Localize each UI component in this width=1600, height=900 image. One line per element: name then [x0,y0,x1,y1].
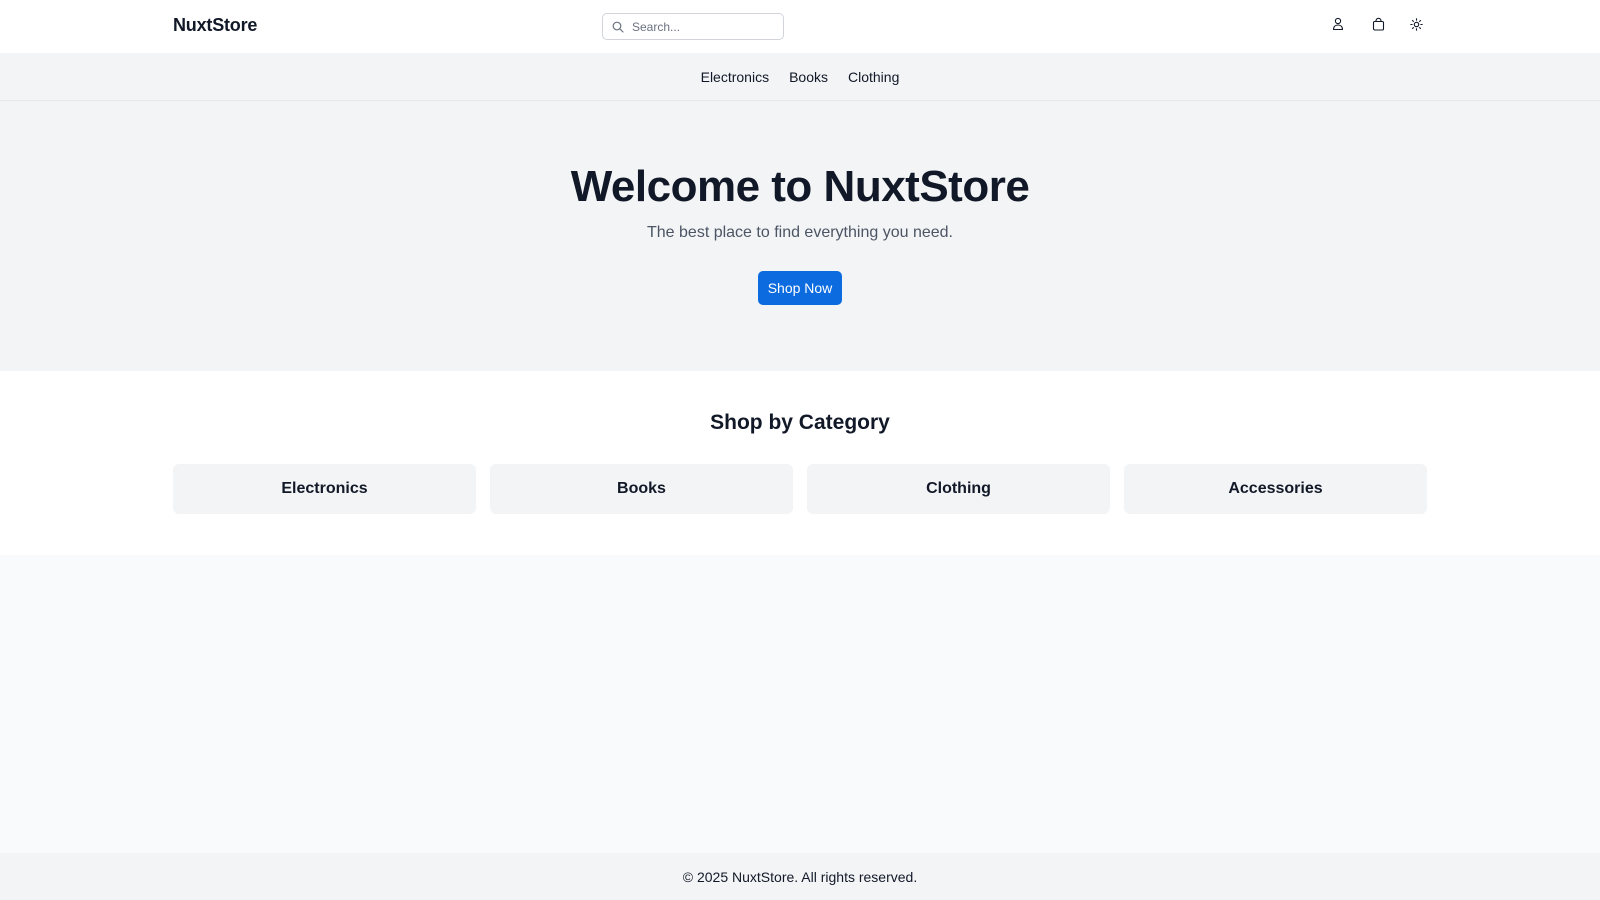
category-grid: Electronics Books Clothing Accessories [173,464,1427,514]
category-card-accessories[interactable]: Accessories [1124,464,1427,514]
sun-icon [1409,17,1423,31]
category-nav: Electronics Books Clothing [0,53,1600,101]
shopping-bag-icon [1372,17,1384,31]
hero-subtitle: The best place to find everything you ne… [647,224,953,241]
nav-item-clothing[interactable]: Clothing [848,69,899,85]
search-icon [612,21,624,33]
category-card-label: Electronics [281,480,368,497]
nav-item-books[interactable]: Books [789,69,828,85]
category-card-electronics[interactable]: Electronics [173,464,476,514]
category-card-label: Books [617,480,666,497]
shop-now-button[interactable]: Shop Now [758,271,842,305]
site-logo[interactable]: NuxtStore [173,15,257,36]
category-card-label: Accessories [1228,480,1323,497]
search-input[interactable] [632,17,780,36]
site-header: NuxtStore [0,0,1600,53]
hero-section: Welcome to NuxtStore The best place to f… [0,101,1600,371]
user-icon [1332,17,1344,31]
user-account-button[interactable] [1330,16,1346,32]
nav-item-electronics[interactable]: Electronics [701,69,769,85]
categories-title: Shop by Category [710,411,890,434]
search-box[interactable] [602,13,784,40]
category-card-label: Clothing [926,480,991,497]
cart-button[interactable] [1370,16,1386,32]
site-footer: © 2025 NuxtStore. All rights reserved. [0,853,1600,900]
category-card-books[interactable]: Books [490,464,793,514]
hero-title: Welcome to NuxtStore [570,162,1030,211]
copyright-text: © 2025 NuxtStore. All rights reserved. [682,868,918,885]
categories-section: Shop by Category Electronics Books Cloth… [0,371,1600,555]
category-card-clothing[interactable]: Clothing [807,464,1110,514]
theme-toggle-button[interactable] [1408,16,1424,32]
